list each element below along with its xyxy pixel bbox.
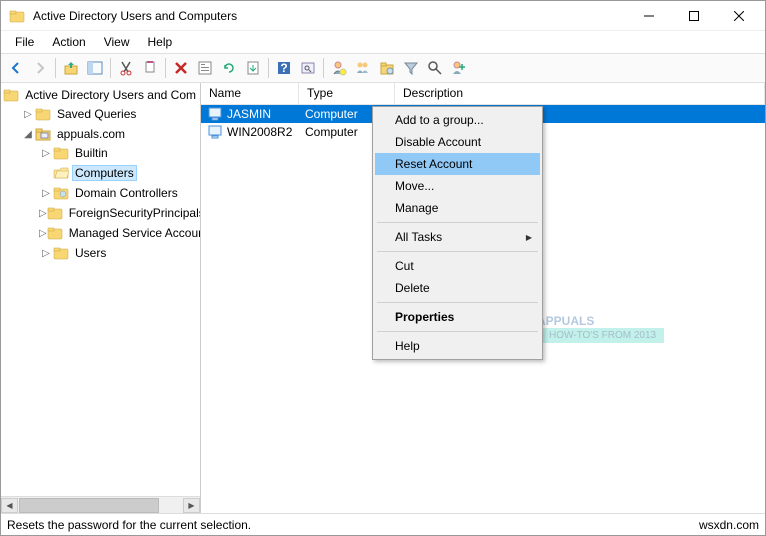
context-menu: Add to a group... Disable Account Reset … [372, 106, 543, 360]
window-title: Active Directory Users and Computers [33, 9, 626, 23]
find-button[interactable] [297, 57, 319, 79]
minimize-button[interactable] [626, 2, 671, 30]
expand-icon[interactable]: ▷ [21, 107, 35, 121]
help-button[interactable]: ? [273, 57, 295, 79]
new-ou-button[interactable] [376, 57, 398, 79]
ctx-help[interactable]: Help [375, 335, 540, 357]
ctx-disable-account[interactable]: Disable Account [375, 131, 540, 153]
tree-domain[interactable]: ◢ appuals.com [21, 125, 198, 143]
ctx-properties[interactable]: Properties [375, 306, 540, 328]
folder-open-icon [53, 165, 69, 181]
refresh-button[interactable] [218, 57, 240, 79]
expand-icon[interactable]: ▷ [39, 186, 53, 200]
menu-separator [377, 302, 538, 303]
expand-icon[interactable]: ▷ [39, 206, 47, 220]
tree-root-label: Active Directory Users and Com [23, 88, 198, 102]
menu-action[interactable]: Action [44, 33, 93, 51]
add-to-group-button[interactable] [448, 57, 470, 79]
folder-icon [47, 205, 63, 221]
export-button[interactable] [242, 57, 264, 79]
scroll-right-button[interactable]: ▶ [183, 498, 200, 513]
ctx-add-to-group[interactable]: Add to a group... [375, 109, 540, 131]
properties-button[interactable] [194, 57, 216, 79]
tree-domain-controllers[interactable]: ▷Domain Controllers [39, 184, 198, 202]
show-hide-tree-button[interactable] [84, 57, 106, 79]
scroll-thumb[interactable] [19, 498, 159, 513]
tree-fsp[interactable]: ▷ForeignSecurityPrincipals [39, 204, 198, 222]
ctx-manage[interactable]: Manage [375, 197, 540, 219]
folder-icon [47, 225, 63, 241]
menu-separator [377, 251, 538, 252]
forward-button[interactable] [29, 57, 51, 79]
expand-icon[interactable]: ▷ [39, 246, 53, 260]
folder-icon [3, 87, 19, 103]
menu-help[interactable]: Help [140, 33, 181, 51]
computer-icon [207, 124, 223, 140]
svg-text:?: ? [280, 61, 287, 75]
tree-msa[interactable]: ▷Managed Service Accoun [39, 224, 198, 242]
delete-button[interactable] [170, 57, 192, 79]
menu-separator [377, 222, 538, 223]
horizontal-scrollbar[interactable]: ◀ ▶ [1, 496, 200, 513]
tree-root[interactable]: Active Directory Users and Com [3, 86, 198, 104]
ctx-reset-account[interactable]: Reset Account [375, 153, 540, 175]
expand-icon[interactable]: ▷ [39, 226, 47, 240]
new-user-button[interactable] [328, 57, 350, 79]
folder-icon [53, 245, 69, 261]
copy-button[interactable] [139, 57, 161, 79]
back-button[interactable] [5, 57, 27, 79]
expand-icon[interactable]: ▷ [39, 146, 53, 160]
ctx-all-tasks[interactable]: All Tasks [375, 226, 540, 248]
search-button[interactable] [424, 57, 446, 79]
maximize-button[interactable] [671, 2, 716, 30]
credit-text: wsxdn.com [699, 518, 759, 532]
scroll-left-button[interactable]: ◀ [1, 498, 18, 513]
ctx-delete[interactable]: Delete [375, 277, 540, 299]
toolbar: ? [1, 53, 765, 83]
domain-icon [35, 126, 51, 142]
tree-pane[interactable]: Active Directory Users and Com ▷ Saved Q… [1, 83, 201, 513]
list-header: Name Type Description [201, 83, 765, 105]
tree-saved-queries[interactable]: ▷ Saved Queries [21, 105, 198, 123]
ctx-move[interactable]: Move... [375, 175, 540, 197]
menu-file[interactable]: File [7, 33, 42, 51]
new-group-button[interactable] [352, 57, 374, 79]
collapse-icon[interactable]: ◢ [21, 127, 35, 141]
cut-button[interactable] [115, 57, 137, 79]
app-icon [9, 8, 25, 24]
menu-view[interactable]: View [96, 33, 138, 51]
statusbar: Resets the password for the current sele… [1, 513, 765, 535]
computer-icon [207, 106, 223, 122]
column-description[interactable]: Description [395, 83, 765, 104]
folder-icon [35, 106, 51, 122]
column-type[interactable]: Type [299, 83, 395, 104]
menu-separator [377, 331, 538, 332]
up-button[interactable] [60, 57, 82, 79]
filter-button[interactable] [400, 57, 422, 79]
tree-users[interactable]: ▷Users [39, 244, 198, 262]
status-text: Resets the password for the current sele… [7, 518, 251, 532]
menubar: File Action View Help [1, 31, 765, 53]
close-button[interactable] [716, 2, 761, 30]
ctx-cut[interactable]: Cut [375, 255, 540, 277]
tree-computers[interactable]: Computers [39, 164, 198, 182]
ou-icon [53, 185, 69, 201]
folder-icon [53, 145, 69, 161]
column-name[interactable]: Name [201, 83, 299, 104]
tree-builtin[interactable]: ▷Builtin [39, 144, 198, 162]
